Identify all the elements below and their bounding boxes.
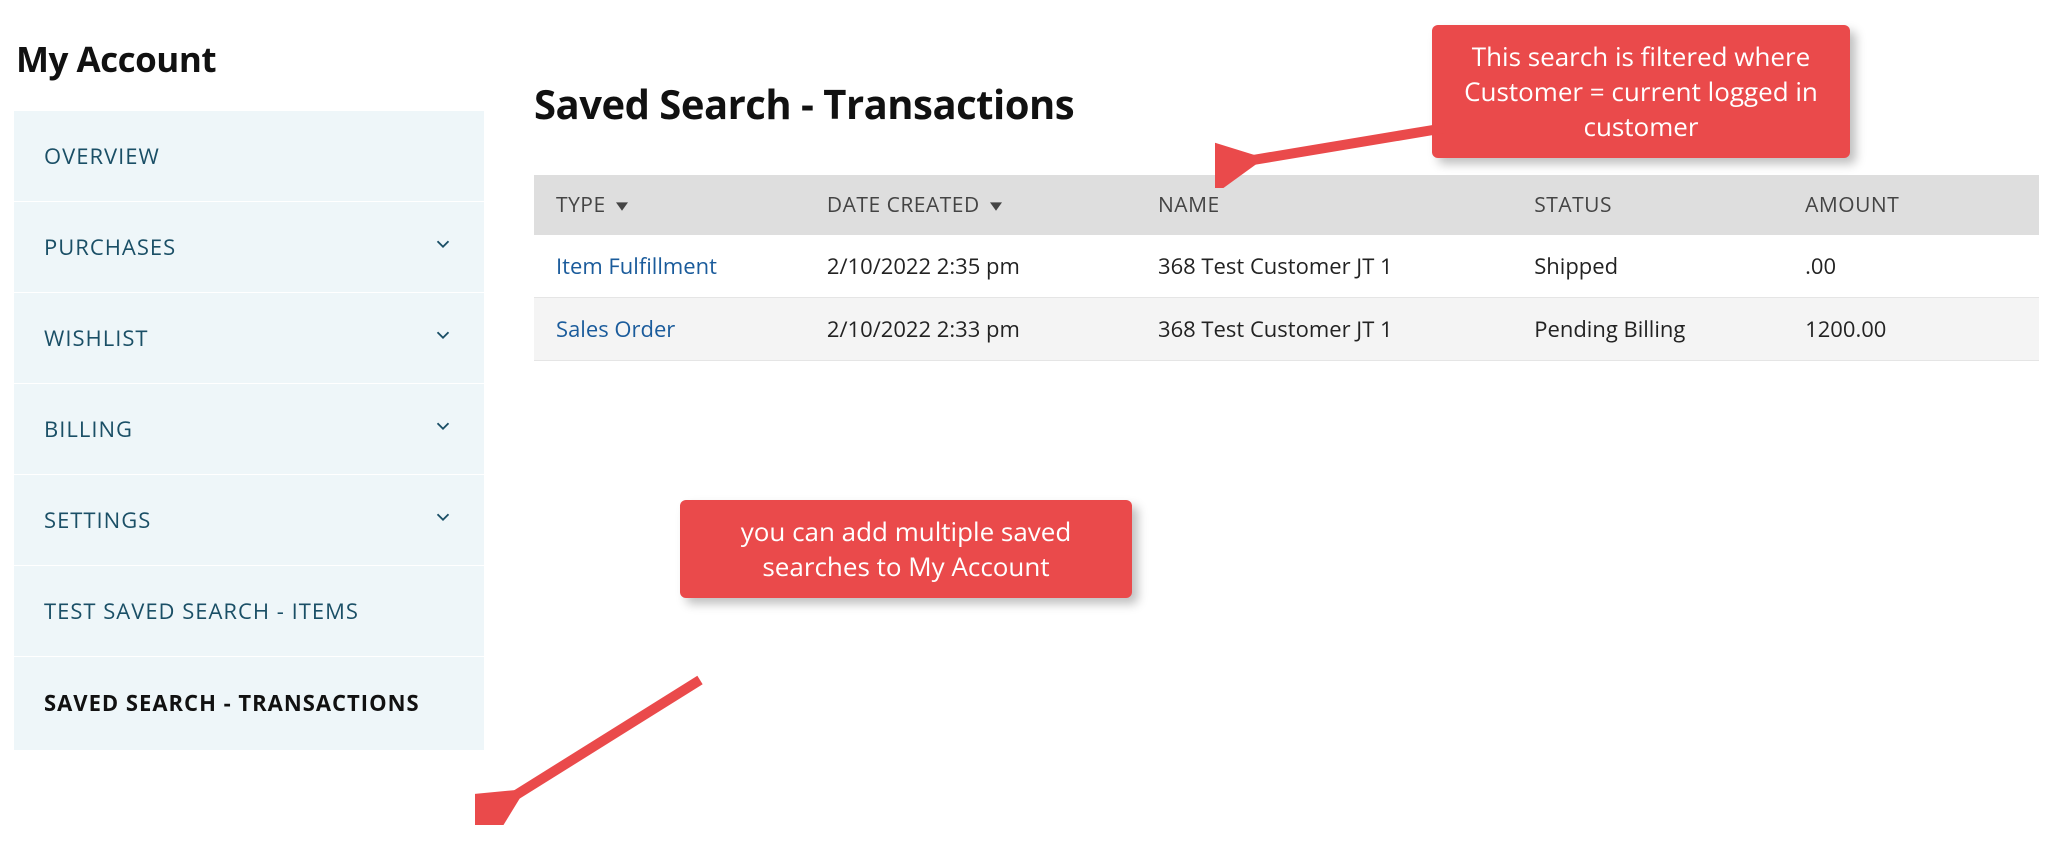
cell-date: 2/10/2022 2:33 pm bbox=[805, 298, 1136, 361]
sidebar-item-purchases[interactable]: PURCHASES bbox=[14, 202, 484, 293]
cell-name: 368 Test Customer JT 1 bbox=[1136, 235, 1512, 298]
sort-desc-icon bbox=[616, 191, 628, 219]
cell-amount: .00 bbox=[1783, 235, 2039, 298]
sidebar-item-billing[interactable]: BILLING bbox=[14, 384, 484, 475]
page-title: My Account bbox=[14, 14, 484, 111]
col-label: NAME bbox=[1158, 191, 1220, 219]
sort-desc-icon bbox=[990, 191, 1002, 219]
cell-status: Shipped bbox=[1512, 235, 1783, 298]
sidebar-item-label: PURCHASES bbox=[44, 232, 176, 262]
annotation-callout-bottom: you can add multiple saved searches to M… bbox=[680, 500, 1132, 598]
transactions-table: TYPE DATE CREATED NAME STATUS AMOUNT bbox=[534, 175, 2039, 361]
col-name[interactable]: NAME bbox=[1136, 175, 1512, 235]
sidebar-item-test-saved-search-items[interactable]: TEST SAVED SEARCH - ITEMS bbox=[14, 566, 484, 657]
col-date[interactable]: DATE CREATED bbox=[805, 175, 1136, 235]
sidebar-item-label: BILLING bbox=[44, 414, 133, 444]
table-header-row: TYPE DATE CREATED NAME STATUS AMOUNT bbox=[534, 175, 2039, 235]
chevron-down-icon bbox=[432, 414, 454, 444]
col-label: TYPE bbox=[556, 191, 606, 219]
cell-name: 368 Test Customer JT 1 bbox=[1136, 298, 1512, 361]
annotation-callout-top: This search is filtered where Customer =… bbox=[1432, 25, 1850, 158]
chevron-down-icon bbox=[432, 505, 454, 535]
table-row: Item Fulfillment 2/10/2022 2:35 pm 368 T… bbox=[534, 235, 2039, 298]
cell-status: Pending Billing bbox=[1512, 298, 1783, 361]
sidebar-item-settings[interactable]: SETTINGS bbox=[14, 475, 484, 566]
table-row: Sales Order 2/10/2022 2:33 pm 368 Test C… bbox=[534, 298, 2039, 361]
chevron-down-icon bbox=[432, 323, 454, 353]
col-type[interactable]: TYPE bbox=[534, 175, 805, 235]
type-link[interactable]: Item Fulfillment bbox=[556, 251, 717, 281]
cell-date: 2/10/2022 2:35 pm bbox=[805, 235, 1136, 298]
col-status[interactable]: STATUS bbox=[1512, 175, 1783, 235]
sidebar-item-label: SETTINGS bbox=[44, 505, 151, 535]
col-amount[interactable]: AMOUNT bbox=[1783, 175, 2039, 235]
sidebar-item-saved-search-transactions[interactable]: SAVED SEARCH - TRANSACTIONS bbox=[14, 657, 484, 751]
sidebar-item-label: WISHLIST bbox=[44, 323, 149, 353]
col-label: AMOUNT bbox=[1805, 191, 1899, 219]
sidebar-item-label: OVERVIEW bbox=[44, 141, 160, 171]
sidebar-item-overview[interactable]: OVERVIEW bbox=[14, 111, 484, 202]
sidebar-item-label: TEST SAVED SEARCH - ITEMS bbox=[44, 596, 359, 626]
sidebar-item-wishlist[interactable]: WISHLIST bbox=[14, 293, 484, 384]
col-label: DATE CREATED bbox=[827, 191, 980, 219]
sidebar-item-label: SAVED SEARCH - TRANSACTIONS bbox=[44, 687, 420, 720]
chevron-down-icon bbox=[432, 232, 454, 262]
col-label: STATUS bbox=[1534, 191, 1612, 219]
sidebar-nav: OVERVIEW PURCHASES WISHLIST BILLING bbox=[14, 111, 484, 751]
cell-amount: 1200.00 bbox=[1783, 298, 2039, 361]
type-link[interactable]: Sales Order bbox=[556, 314, 675, 344]
